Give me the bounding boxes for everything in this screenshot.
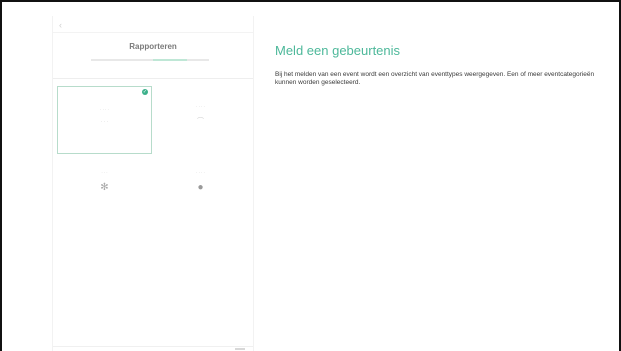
back-icon[interactable]: ‹ [59, 20, 62, 30]
tile-label-placeholder: · · · · [196, 170, 205, 175]
header-divider [53, 32, 253, 33]
tile-glyph: ✻ [100, 182, 109, 193]
mockup-subtitle-highlight [153, 59, 187, 61]
check-icon: ✓ [142, 89, 148, 95]
slide-frame: ‹ Rapporteren ✓ · · · · · · · · · · · ⌒ … [0, 0, 621, 351]
event-type-tile[interactable]: · · · · ● [153, 158, 248, 226]
page-description: Bij het melden van een event wordt een o… [275, 71, 595, 87]
tile-label-placeholder: · · · · [100, 107, 109, 112]
event-type-tile[interactable]: · · · ✻ [57, 158, 152, 226]
tile-label-placeholder: · · · · [196, 104, 205, 109]
tile-glyph: · · · [100, 119, 109, 125]
mockup-subtitle-line [91, 59, 209, 61]
tile-glyph: ⌒ [197, 118, 204, 125]
mockup-title: Rapporteren [129, 42, 177, 51]
tile-label-placeholder: · · · [101, 170, 108, 175]
section-divider [53, 78, 253, 79]
tile-glyph: ● [197, 182, 204, 193]
page-heading: Meld een gebeurtenis [275, 43, 401, 58]
app-mockup: ‹ Rapporteren ✓ · · · · · · · · · · · ⌒ … [52, 16, 254, 351]
event-type-tile[interactable]: ✓ · · · · · · · [57, 86, 152, 154]
footer-divider [53, 346, 253, 347]
event-type-tile[interactable]: · · · · ⌒ [153, 86, 248, 154]
footer-button[interactable] [235, 348, 245, 350]
